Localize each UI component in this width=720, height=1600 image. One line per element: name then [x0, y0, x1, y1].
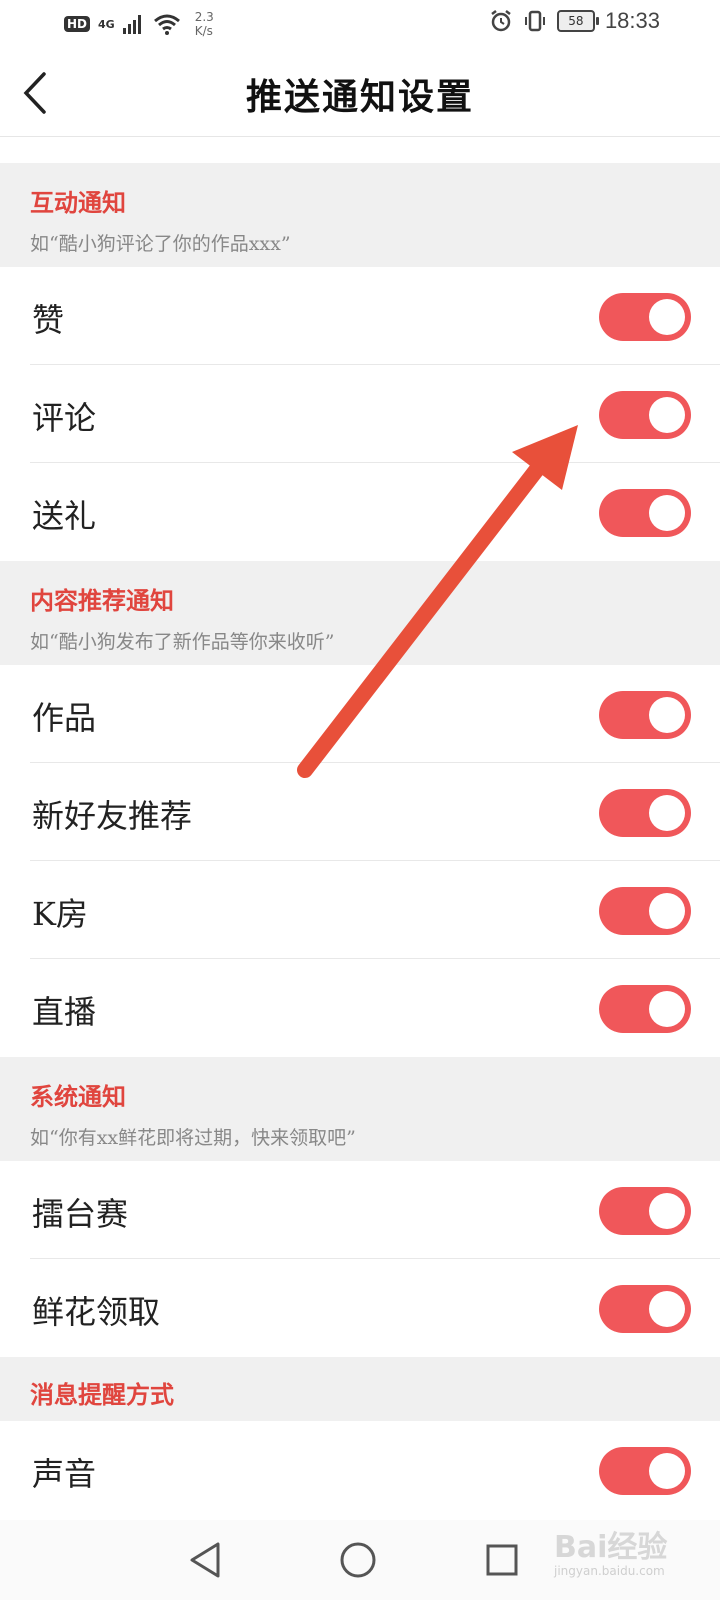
- setting-row-new-friends: 新好友推荐: [0, 763, 720, 861]
- setting-label: 声音: [32, 1455, 97, 1493]
- setting-label: 直播: [32, 993, 97, 1031]
- setting-row-flowers: 鲜花领取: [0, 1259, 720, 1357]
- section-header-system: 系统通知 如“你有xx鲜花即将过期，快来领取吧”: [0, 1057, 720, 1161]
- setting-label: 评论: [32, 399, 97, 437]
- setting-row-k-room: K房: [0, 861, 720, 959]
- works-toggle[interactable]: [599, 691, 691, 739]
- comment-toggle[interactable]: [599, 391, 691, 439]
- hd-icon: HD: [64, 16, 91, 32]
- status-bar: HD 4G 2.3 K/s 58 18:33: [0, 0, 720, 50]
- setting-label: 送礼: [32, 497, 97, 535]
- setting-row-live: 直播: [0, 959, 720, 1057]
- section-title: 系统通知: [30, 1082, 126, 1111]
- section-header-recommend: 内容推荐通知 如“酷小狗发布了新作品等你来收听”: [0, 561, 720, 665]
- setting-row-comment: 评论: [0, 365, 720, 463]
- setting-label: 擂台赛: [32, 1195, 129, 1233]
- watermark-sub: jingyan.baidu.com: [554, 1564, 665, 1578]
- section-desc: 如“酷小狗评论了你的作品xxx”: [30, 233, 291, 255]
- header: 推送通知设置: [0, 50, 720, 137]
- setting-row-works: 作品: [0, 665, 720, 763]
- setting-label: K房: [32, 895, 88, 933]
- setting-row-gift: 送礼: [0, 463, 720, 561]
- baidu-watermark: Bai经验 jingyan.baidu.com: [550, 1518, 710, 1588]
- circle-home-icon: [340, 1542, 376, 1578]
- wifi-icon: [153, 14, 180, 35]
- setting-label: 鲜花领取: [32, 1293, 161, 1331]
- page-title: 推送通知设置: [245, 76, 474, 118]
- net-speed: 2.3 K/s: [194, 10, 214, 38]
- clock: 18:33: [604, 8, 660, 33]
- battery-icon: 58: [556, 10, 599, 32]
- setting-label: 赞: [32, 301, 65, 339]
- triangle-back-icon: [190, 1542, 220, 1578]
- arena-toggle[interactable]: [599, 1187, 691, 1235]
- setting-row-arena: 擂台赛: [0, 1161, 720, 1259]
- section-title: 互动通知: [30, 188, 126, 217]
- setting-label: 新好友推荐: [32, 797, 193, 835]
- nav-back-button[interactable]: [184, 1538, 228, 1582]
- section-title: 内容推荐通知: [30, 586, 174, 615]
- section-desc: 如“你有xx鲜花即将过期，快来领取吧”: [30, 1127, 356, 1149]
- signal-icon: [122, 15, 141, 34]
- like-toggle[interactable]: [599, 293, 691, 341]
- network-type: 4G: [98, 17, 115, 31]
- section-header-reminder: 消息提醒方式: [0, 1357, 720, 1421]
- sound-toggle[interactable]: [599, 1447, 691, 1495]
- nav-recents-button[interactable]: [480, 1538, 524, 1582]
- gift-toggle[interactable]: [599, 489, 691, 537]
- vibrate-icon: [524, 10, 545, 32]
- section-title: 消息提醒方式: [30, 1380, 174, 1409]
- square-recents-icon: [486, 1544, 518, 1576]
- live-toggle[interactable]: [599, 985, 691, 1033]
- setting-label: 作品: [32, 699, 97, 737]
- section-desc: 如“酷小狗发布了新作品等你来收听”: [30, 631, 335, 653]
- setting-row-sound: 声音: [0, 1421, 720, 1520]
- alarm-icon: [491, 10, 511, 32]
- new-friends-toggle[interactable]: [599, 789, 691, 837]
- section-header-interaction: 互动通知 如“酷小狗评论了你的作品xxx”: [0, 163, 720, 267]
- flowers-toggle[interactable]: [599, 1285, 691, 1333]
- nav-home-button[interactable]: [336, 1538, 380, 1582]
- setting-row-like: 赞: [0, 267, 720, 365]
- watermark-text: Bai经验: [554, 1530, 668, 1565]
- k-room-toggle[interactable]: [599, 887, 691, 935]
